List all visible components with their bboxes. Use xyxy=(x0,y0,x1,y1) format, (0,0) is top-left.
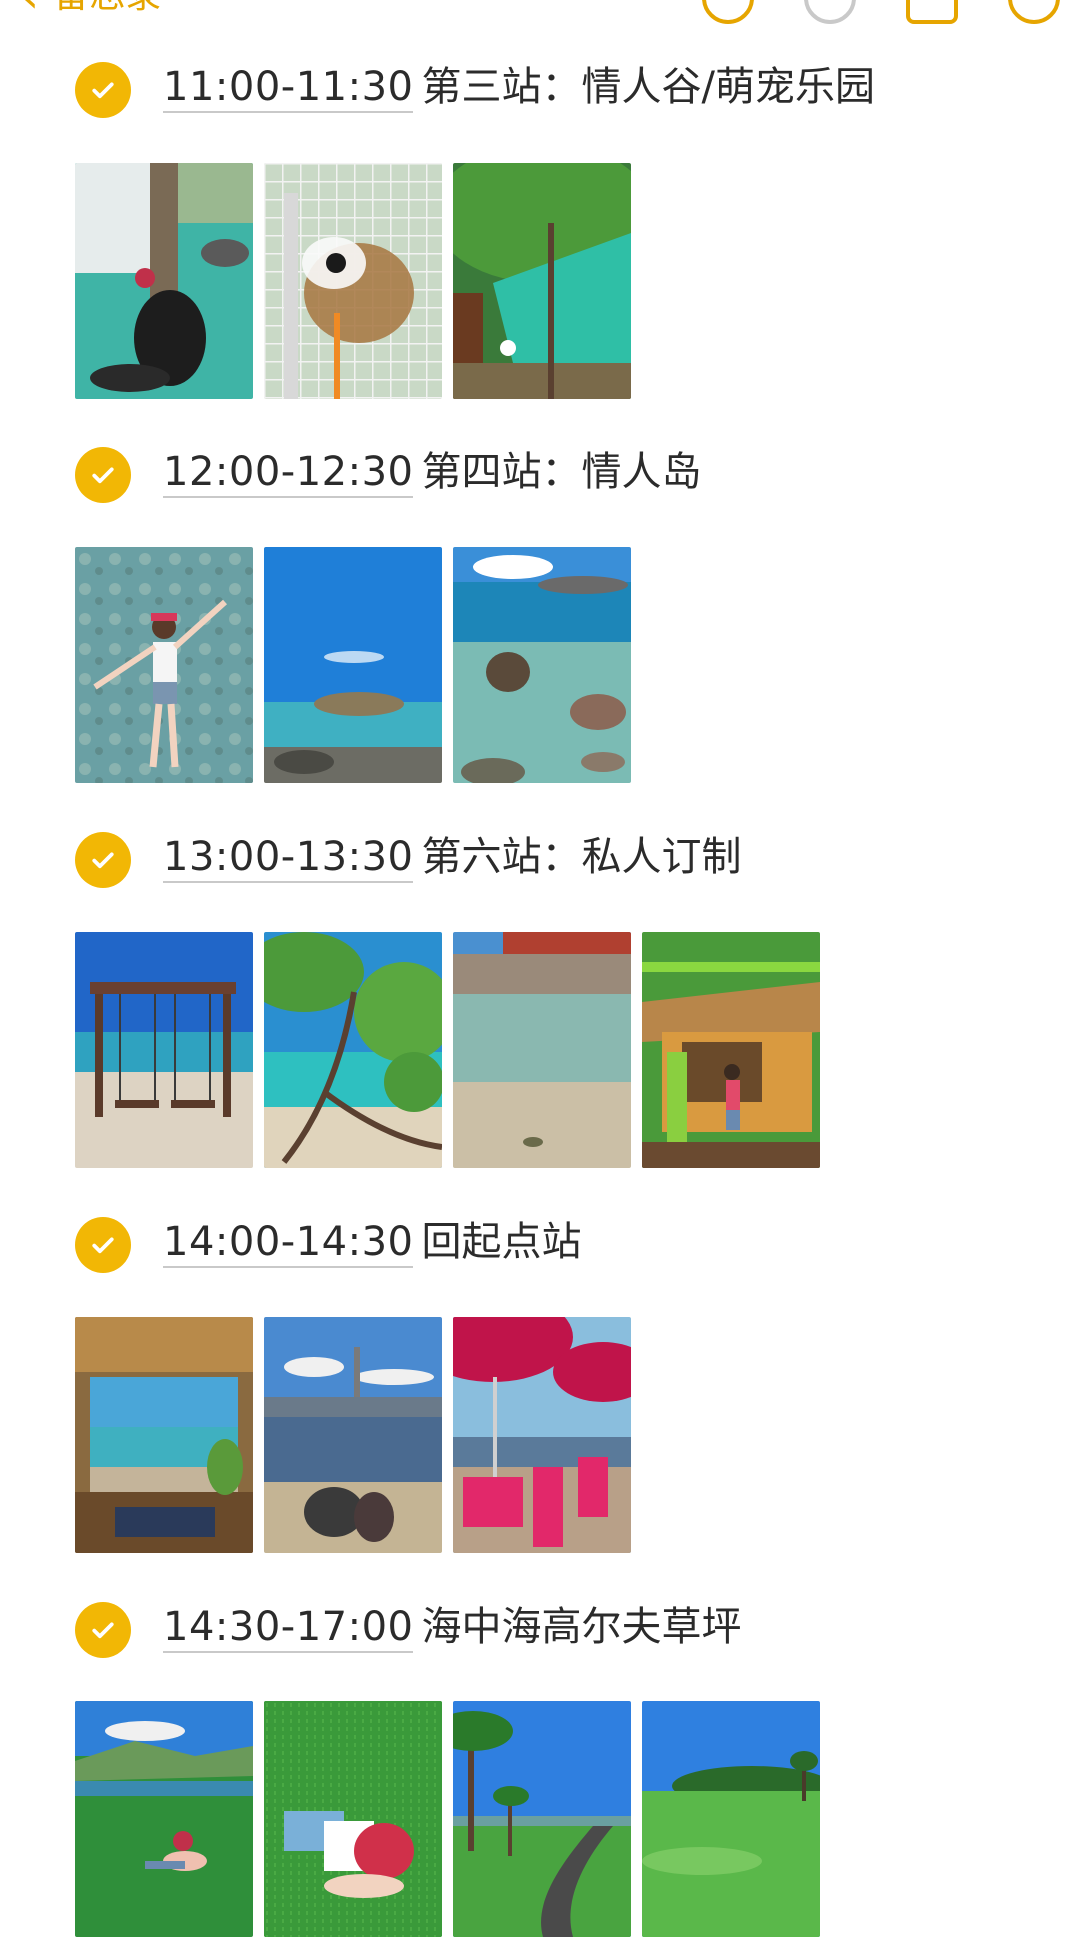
item-time[interactable]: 14:30-17:00 xyxy=(163,1607,414,1653)
photo-thumbnail[interactable] xyxy=(453,932,631,1168)
photo-thumbnail[interactable] xyxy=(264,547,442,783)
photo-thumbnail[interactable] xyxy=(75,1317,253,1553)
item-title: 海中海高尔夫草坪 xyxy=(421,1604,742,1650)
more-icon[interactable] xyxy=(1008,0,1060,24)
redo-icon[interactable] xyxy=(804,0,856,24)
item-title: 第四站：情人岛 xyxy=(421,449,702,495)
photo-thumbnail[interactable] xyxy=(75,163,253,399)
photo-row xyxy=(75,1701,820,1937)
photo-thumbnail[interactable] xyxy=(264,932,442,1168)
photo-thumbnail[interactable] xyxy=(453,1317,631,1553)
checked-checkbox[interactable] xyxy=(75,62,131,118)
checked-checkbox[interactable] xyxy=(75,1217,131,1273)
top-bar: ‹ 备忘录 xyxy=(0,0,1080,26)
undo-icon[interactable] xyxy=(702,0,754,24)
checklist-item: 14:00-14:30 回起点站 xyxy=(75,1215,581,1275)
checklist-item: 13:00-13:30 第六站：私人订制 xyxy=(75,830,741,890)
photo-thumbnail[interactable] xyxy=(264,1701,442,1937)
item-time[interactable]: 12:00-12:30 xyxy=(163,452,414,498)
chevron-left-icon: ‹ xyxy=(20,0,39,20)
item-title: 第三站：情人谷/萌宠乐园 xyxy=(421,64,875,110)
back-button[interactable]: ‹ 备忘录 xyxy=(20,0,161,20)
photo-thumbnail[interactable] xyxy=(75,932,253,1168)
item-time[interactable]: 11:00-11:30 xyxy=(163,67,414,113)
photo-thumbnail[interactable] xyxy=(453,1701,631,1937)
photo-thumbnail[interactable] xyxy=(642,1701,820,1937)
photo-thumbnail[interactable] xyxy=(642,932,820,1168)
share-icon[interactable] xyxy=(906,0,958,24)
photo-thumbnail[interactable] xyxy=(453,547,631,783)
photo-row xyxy=(75,163,631,399)
toolbar-icons xyxy=(702,0,1060,24)
back-label: 备忘录 xyxy=(53,0,161,14)
checklist-item: 14:30-17:00 海中海高尔夫草坪 xyxy=(75,1600,741,1660)
item-time[interactable]: 13:00-13:30 xyxy=(163,837,414,883)
photo-thumbnail[interactable] xyxy=(453,163,631,399)
photo-thumbnail[interactable] xyxy=(264,1317,442,1553)
checked-checkbox[interactable] xyxy=(75,1602,131,1658)
photo-row xyxy=(75,547,631,783)
photo-row xyxy=(75,1317,631,1553)
checked-checkbox[interactable] xyxy=(75,832,131,888)
item-title: 第六站：私人订制 xyxy=(421,834,742,880)
photo-thumbnail[interactable] xyxy=(75,1701,253,1937)
photo-row xyxy=(75,932,820,1168)
photo-thumbnail[interactable] xyxy=(75,547,253,783)
item-time[interactable]: 14:00-14:30 xyxy=(163,1222,414,1268)
checklist-item: 11:00-11:30 第三站：情人谷/萌宠乐园 xyxy=(75,60,875,120)
photo-thumbnail[interactable] xyxy=(264,163,442,399)
checklist-item: 12:00-12:30 第四站：情人岛 xyxy=(75,445,701,505)
checked-checkbox[interactable] xyxy=(75,447,131,503)
item-title: 回起点站 xyxy=(421,1219,582,1265)
